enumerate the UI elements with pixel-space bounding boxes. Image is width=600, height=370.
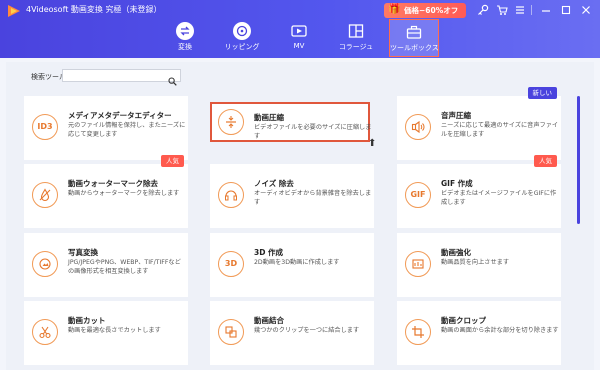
tab-convert[interactable]: 変換 xyxy=(155,19,215,57)
close-icon[interactable] xyxy=(580,4,592,16)
search-input[interactable] xyxy=(62,69,181,86)
tab-label: 変換 xyxy=(178,43,192,51)
tab-mv[interactable]: MV xyxy=(269,19,329,57)
mv-icon xyxy=(290,22,308,40)
tab-label: MV xyxy=(293,42,305,50)
tab-collage[interactable]: コラージュ xyxy=(326,19,386,57)
toolbox-icon xyxy=(405,23,423,41)
tab-toolbox[interactable]: ツールボックス xyxy=(389,19,439,57)
search-icon[interactable] xyxy=(168,71,177,90)
title-bar: 4Videosoft 動画変換 究極（未登録） 🎁 価格−60%オフ 変換 リッ… xyxy=(0,0,600,58)
tool-title: 動画クロップ xyxy=(441,316,486,325)
gift-icon: 🎁 xyxy=(388,4,401,15)
noise-remove-icon xyxy=(218,182,244,208)
tool-description: 2D動画を3D動画に作成します xyxy=(254,259,340,266)
cart-icon[interactable] xyxy=(496,4,508,16)
tool-description: JPG/JPEGやPNG、WEBP、TIF/TIFFなどの画像形式を相互変換しま… xyxy=(68,259,181,275)
enhance-icon xyxy=(405,251,431,277)
tool-title: 音声圧縮 xyxy=(441,111,471,120)
tool-card-watermark-remover[interactable]: 人気 動画ウォーターマーク除去 動画からウォーターマークを除去します xyxy=(24,155,188,228)
tool-title: GIF 作成 xyxy=(441,179,473,188)
tool-description: ニーズに応じて最適のサイズに音声ファイルを圧縮します xyxy=(441,122,559,138)
3d-icon: 3D xyxy=(218,251,244,277)
mouse-cursor-icon: ⬆ xyxy=(368,138,377,149)
tool-description: 動画を最適な長さでカットします xyxy=(68,327,161,334)
tool-description: ビデオファイルを必要のサイズに圧縮します xyxy=(254,124,372,140)
tool-description: 動画の画面から余計な部分を切り除きます xyxy=(441,327,559,334)
key-icon[interactable] xyxy=(477,4,489,16)
maximize-icon[interactable] xyxy=(560,4,572,16)
tool-title: 動画カット xyxy=(68,316,106,325)
tab-label: コラージュ xyxy=(338,43,374,51)
tool-title: 動画強化 xyxy=(441,248,471,257)
tool-description: ビデオまたはイメージファイルをGIFに作成します xyxy=(441,190,557,206)
app-logo-icon xyxy=(7,3,21,17)
tool-card-video-cropper[interactable]: 動画クロップ 動画の画面から余計な部分を切り除きます xyxy=(397,301,561,365)
tab-label: リッピング xyxy=(224,43,260,51)
tool-title: 動画圧縮 xyxy=(254,113,284,122)
collage-icon xyxy=(347,22,365,40)
merge-icon xyxy=(218,319,244,345)
tool-card-video-compressor[interactable]: 動画圧縮 ビデオファイルを必要のサイズに圧縮します xyxy=(210,102,372,142)
tool-description: 動画からウォーターマークを除去します xyxy=(68,190,180,197)
id3-icon: ID3 xyxy=(32,114,58,140)
tool-description: 幾つかのクリップを一つに結合します xyxy=(254,327,360,334)
compress-icon xyxy=(218,109,244,135)
ripper-icon xyxy=(233,22,251,40)
tool-title: ノイズ 除去 xyxy=(254,179,294,188)
tool-card-photo-converter[interactable]: 写真変換 JPG/JPEGやPNG、WEBP、TIF/TIFFなどの画像形式を相… xyxy=(24,233,188,297)
tool-description: 元のファイル情報を保持し、またニーズに応じて変更します xyxy=(68,122,186,138)
minimize-icon[interactable] xyxy=(540,4,552,16)
app-title: 4Videosoft 動画変換 究極（未登録） xyxy=(26,5,162,14)
tool-card-audio-compressor[interactable]: 新しい 音声圧縮 ニーズに応じて最適のサイズに音声ファイルを圧縮します xyxy=(397,87,561,160)
scrollbar[interactable] xyxy=(577,96,580,224)
gif-icon: GIF xyxy=(405,182,431,208)
tool-title: 動画ウォーターマーク除去 xyxy=(68,179,158,188)
tool-title: 3D 作成 xyxy=(254,248,284,257)
tab-ripper[interactable]: リッピング xyxy=(212,19,272,57)
audio-compress-icon xyxy=(405,114,431,140)
tab-label: ツールボックス xyxy=(390,44,439,52)
new-badge: 新しい xyxy=(527,87,557,99)
popular-badge: 人気 xyxy=(161,155,184,167)
tool-description: オーディオビデオから背景雑音を除去します xyxy=(254,190,372,206)
title-separator xyxy=(531,5,532,15)
tool-card-gif-maker[interactable]: 人気 GIF GIF 作成 ビデオまたはイメージファイルをGIFに作成します xyxy=(397,155,561,228)
tool-card-video-cutter[interactable]: 動画カット 動画を最適な長さでカットします xyxy=(24,301,188,365)
tool-title: 写真変換 xyxy=(68,248,98,257)
tool-title: メディアメタデータエディター xyxy=(68,111,172,120)
convert-icon xyxy=(176,22,194,40)
crop-icon xyxy=(405,319,431,345)
cut-icon xyxy=(32,319,58,345)
tool-card-metadata-editor[interactable]: ID3 メディアメタデータエディター 元のファイル情報を保持し、またニーズに応じ… xyxy=(24,96,188,160)
photo-convert-icon xyxy=(32,251,58,277)
tool-card-video-merger[interactable]: 動画結合 幾つかのクリップを一つに結合します xyxy=(210,301,374,365)
tool-description: 動画品質を向上させます xyxy=(441,259,510,266)
menu-icon[interactable] xyxy=(514,4,526,16)
app-window: 4Videosoft 動画変換 究極（未登録） 🎁 価格−60%オフ 変換 リッ… xyxy=(0,0,600,370)
tool-card-noise-remover[interactable]: ノイズ 除去 オーディオビデオから背景雑音を除去します xyxy=(210,164,374,228)
tool-card-3d-maker[interactable]: 3D 3D 作成 2D動画を3D動画に作成します xyxy=(210,233,374,297)
popular-badge: 人気 xyxy=(534,155,557,167)
promo-label: 価格−60%オフ xyxy=(404,6,459,15)
tool-card-video-enhancer[interactable]: 動画強化 動画品質を向上させます xyxy=(397,233,561,297)
tool-title: 動画結合 xyxy=(254,316,284,325)
promo-button[interactable]: 🎁 価格−60%オフ xyxy=(384,3,466,18)
watermark-remove-icon xyxy=(32,182,58,208)
